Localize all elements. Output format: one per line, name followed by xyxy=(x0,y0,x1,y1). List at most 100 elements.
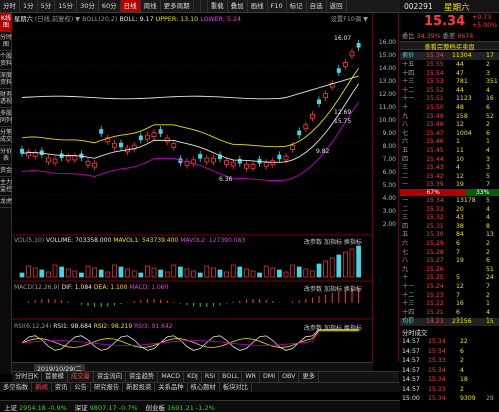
macd-change-param-button[interactable]: 改参数 xyxy=(304,286,322,293)
candle-body xyxy=(309,114,315,119)
indicator-tab-0[interactable]: 分时日K xyxy=(12,372,43,382)
top-tab-7[interactable]: 周线 xyxy=(141,0,161,12)
candle-body xyxy=(99,129,104,134)
info-tab-5[interactable]: 新股投资 xyxy=(123,383,156,392)
rsi-change-param-button[interactable]: 改参数 xyxy=(304,325,322,332)
top-tab-5[interactable]: 60分 xyxy=(99,0,121,12)
tick-col-2: 4 xyxy=(460,366,464,374)
info-tab-4[interactable]: 研究报告 xyxy=(91,383,124,392)
buy-col-1: 15.34 xyxy=(426,197,444,204)
indicator-tab-3[interactable]: 资金流向 xyxy=(94,372,126,382)
candle-body xyxy=(112,142,117,148)
top-tab-9[interactable] xyxy=(194,0,201,12)
volume-bar xyxy=(283,271,289,278)
left-nav-item-6[interactable]: 分笔成交 xyxy=(0,127,12,146)
avg-count: 15 xyxy=(486,318,494,325)
candle-body xyxy=(336,68,341,73)
left-nav-item-4[interactable]: 财务透视 xyxy=(0,89,12,108)
current-price: 15.34 xyxy=(424,14,466,29)
indicator-tab-2[interactable]: 成交量 xyxy=(68,372,94,382)
left-nav-item-5[interactable]: 多股同列 xyxy=(0,108,12,127)
top-tab-3[interactable]: 15分 xyxy=(55,0,78,12)
candle-body xyxy=(92,162,97,168)
ticker-item[interactable]: 上证 2954.18 -0.9% xyxy=(0,402,71,412)
left-nav-item-1[interactable]: 分时图 xyxy=(0,32,12,51)
top-tab-17[interactable]: 返回 xyxy=(327,0,347,12)
volume-bar xyxy=(32,267,38,278)
buy-row: 八 15.27 19 6 xyxy=(400,257,499,265)
left-nav-item-3[interactable]: 深度资料 xyxy=(0,70,12,89)
left-nav-item-8[interactable]: 资金 xyxy=(0,165,12,177)
macd-switch-indicator-button[interactable]: 换指标 xyxy=(344,286,362,293)
volume-bar xyxy=(191,270,196,278)
macd-add-indicator-button[interactable]: 加指标 xyxy=(324,286,342,293)
top-tab-1[interactable]: 1分 xyxy=(20,0,38,12)
indicator-tab-7[interactable]: RSI xyxy=(202,372,220,382)
volume-bar xyxy=(323,260,328,278)
lower-value: LOWER: 5.24 xyxy=(200,16,241,23)
info-tab-2[interactable]: 资讯 xyxy=(52,383,72,392)
ticker-item[interactable]: 深证 9807.17 -0.7% xyxy=(71,402,142,412)
price-label-2: 15.75 xyxy=(334,118,352,125)
left-nav-item-7[interactable]: 分价表 xyxy=(0,146,12,165)
left-nav-item-0[interactable]: K线图 xyxy=(0,13,12,32)
rsi-add-indicator-button[interactable]: 加指标 xyxy=(324,325,342,332)
sell-col-1: 15.51 xyxy=(426,95,444,103)
top-tab-0[interactable]: 分时 xyxy=(0,0,20,12)
top-tab-15[interactable]: 标记 xyxy=(287,0,307,12)
indicator-tab-12[interactable]: 更多 xyxy=(299,372,320,382)
settings-button[interactable]: 设置F10调 ▼ xyxy=(331,14,368,23)
top-tab-12[interactable]: 叠加 xyxy=(228,0,248,12)
left-nav-item-9[interactable]: 主力监控 xyxy=(0,177,12,196)
top-tab-11[interactable]: 重载 xyxy=(208,0,228,12)
info-tab-3[interactable]: 公告 xyxy=(71,383,91,392)
indicator-tab-11[interactable]: OBV xyxy=(279,372,300,382)
top-tab-14[interactable]: F10 xyxy=(268,0,287,12)
ratio-sell: 33% xyxy=(466,189,499,196)
info-tab-8[interactable]: 板块对比 xyxy=(220,383,252,392)
vol-change-param-button[interactable]: 改参数 xyxy=(304,239,322,246)
top-tab-6[interactable]: 日线 xyxy=(120,0,141,12)
rsi-switch-indicator-button[interactable]: 换指标 xyxy=(344,325,362,332)
top-tab-8[interactable]: 更多周期 xyxy=(161,0,194,12)
vol-switch-indicator-button[interactable]: 换指标 xyxy=(344,239,362,246)
full-orderbook-link[interactable]: 查看完整档买卖盘 xyxy=(400,41,499,51)
info-tab-0[interactable]: 多空指数 xyxy=(0,383,33,392)
top-tab-16[interactable]: 自选 xyxy=(307,0,327,12)
sell-row: 十一 15.51 1123 16 xyxy=(400,95,499,103)
buy-col-1: 15.21 xyxy=(426,308,444,316)
sell-row: 十 15.50 48 6 xyxy=(400,104,499,112)
indicator-tab-10[interactable]: DMI xyxy=(260,372,280,382)
buy-col-2: 6 xyxy=(456,308,460,316)
top-tab-13[interactable]: 画线 xyxy=(248,0,268,12)
tick-row: 14:57 15.34 22 xyxy=(400,338,499,346)
indicator-tab-4[interactable]: 资金趋势 xyxy=(126,372,159,382)
kline-chart-area[interactable]: 星期六 (日线,前复权) ▼ BOLL(20,2) BOLL: 9.17 UPP… xyxy=(12,13,373,362)
sell-header-row: 卖价 15.34 11304 17 xyxy=(400,52,499,60)
indicator-tab-8[interactable]: BOLL xyxy=(219,372,243,382)
indicator-tab-6[interactable]: KDJ xyxy=(184,372,202,382)
info-tab-1[interactable]: 新闻 xyxy=(32,383,52,392)
info-tab-7[interactable]: 核心题材 xyxy=(188,383,220,392)
main-indicator-header: 星期六 (日线,前复权) ▼ BOLL(20,2) BOLL: 9.17 UPP… xyxy=(14,14,241,23)
volume-bar xyxy=(336,254,342,278)
indicator-tab-9[interactable]: WR xyxy=(242,372,260,382)
period-label[interactable]: (日线,前复权) ▼ xyxy=(35,16,80,23)
mavol2: MAVOL2: 127390.083 xyxy=(180,237,246,244)
top-tab-10[interactable] xyxy=(201,0,208,12)
buy-col-1: 15.23 xyxy=(426,291,444,299)
volume-bar xyxy=(151,267,157,278)
indicator-tab-1[interactable]: 首要模 xyxy=(42,372,68,382)
left-nav-item-10[interactable]: 龙虎 xyxy=(0,196,12,208)
kline-chart[interactable] xyxy=(12,13,373,362)
buy-row: 一 15.34 13178 5 xyxy=(400,197,499,205)
buy-col-1: 15.22 xyxy=(426,300,444,308)
top-tab-4[interactable]: 30分 xyxy=(77,0,99,12)
ticks-title[interactable]: 分时成交 xyxy=(402,328,427,337)
info-tab-6[interactable]: 关系品种 xyxy=(155,383,188,392)
indicator-tab-5[interactable]: MACD xyxy=(158,372,185,382)
left-nav-item-2[interactable]: 个股资料 xyxy=(0,51,12,70)
top-tab-2[interactable]: 5分 xyxy=(38,0,56,12)
ticker-item[interactable]: 创业板 1691.21 -1.2% xyxy=(142,402,219,412)
vol-add-indicator-button[interactable]: 加指标 xyxy=(324,239,342,246)
